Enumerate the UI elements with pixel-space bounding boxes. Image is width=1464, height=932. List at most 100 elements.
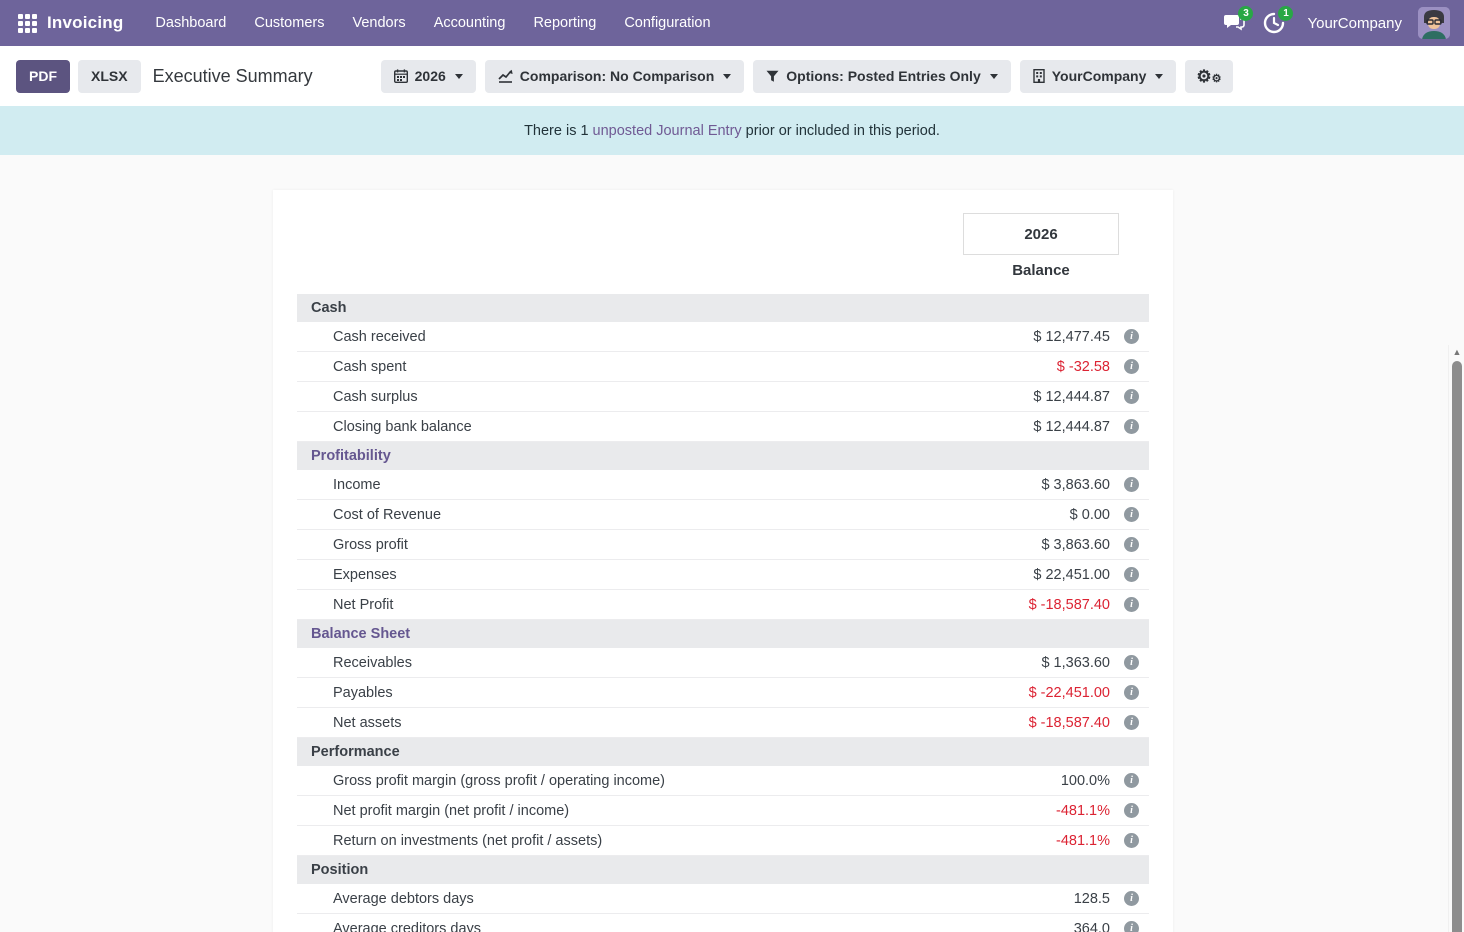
vertical-scrollbar[interactable]: ▲ ▼ — [1448, 345, 1464, 932]
row-label: Net Profit — [333, 597, 393, 613]
row-value: -481.1% — [1056, 803, 1110, 819]
chevron-down-icon — [990, 74, 998, 79]
row-value: $ 22,451.00 — [1033, 567, 1110, 583]
info-icon[interactable]: i — [1124, 567, 1139, 582]
info-icon[interactable]: i — [1124, 921, 1139, 932]
report-table: CashCash received$ 12,477.45iCash spent$… — [297, 294, 1149, 932]
row-value: $ 12,444.87 — [1033, 389, 1110, 405]
info-icon[interactable]: i — [1124, 773, 1139, 788]
control-panel: PDF XLSX Executive Summary 2026 Comparis… — [0, 46, 1464, 106]
options-filter-button[interactable]: Options: Posted Entries Only — [753, 60, 1010, 93]
chevron-down-icon — [1155, 74, 1163, 79]
row-label: Cost of Revenue — [333, 507, 441, 523]
row-value: 364.0 — [1074, 921, 1110, 932]
nav-item-customers[interactable]: Customers — [240, 0, 338, 46]
comparison-filter-button[interactable]: Comparison: No Comparison — [485, 60, 744, 93]
nav-item-dashboard[interactable]: Dashboard — [141, 0, 240, 46]
report-row: Cost of Revenue $ 0.00 i — [297, 500, 1149, 530]
info-icon[interactable]: i — [1124, 597, 1139, 612]
row-label: Receivables — [333, 655, 412, 671]
info-icon[interactable]: i — [1124, 685, 1139, 700]
nav-item-reporting[interactable]: Reporting — [519, 0, 610, 46]
row-label: Cash spent — [333, 359, 406, 375]
report-row: Gross profit margin (gross profit / oper… — [297, 766, 1149, 796]
row-value: $ 1,363.60 — [1041, 655, 1110, 671]
row-value: $ -22,451.00 — [1029, 685, 1110, 701]
row-label: Return on investments (net profit / asse… — [333, 833, 602, 849]
company-filter-label: YourCompany — [1052, 68, 1147, 84]
nav-item-vendors[interactable]: Vendors — [338, 0, 419, 46]
section-header[interactable]: Balance Sheet — [297, 620, 1149, 648]
row-label: Gross profit margin (gross profit / oper… — [333, 773, 665, 789]
info-icon[interactable]: i — [1124, 891, 1139, 906]
row-label: Average debtors days — [333, 891, 474, 907]
report-content: 2026 Balance CashCash received$ 12,477.4… — [0, 155, 1464, 932]
info-icon[interactable]: i — [1124, 329, 1139, 344]
report-row: Expenses $ 22,451.00 i — [297, 560, 1149, 590]
info-icon[interactable]: i — [1124, 477, 1139, 492]
row-label: Cash surplus — [333, 389, 418, 405]
row-value: -481.1% — [1056, 833, 1110, 849]
row-label: Average creditors days — [333, 921, 481, 932]
scrollbar-thumb[interactable] — [1452, 361, 1462, 932]
info-icon[interactable]: i — [1124, 715, 1139, 730]
info-icon[interactable]: i — [1124, 655, 1139, 670]
row-value: $ 0.00 — [1070, 507, 1110, 523]
row-label: Net assets — [333, 715, 402, 731]
banner-text-prefix: There is 1 — [524, 123, 588, 139]
section-header: Cash — [297, 294, 1149, 322]
report-row: Closing bank balance$ 12,444.87i — [297, 412, 1149, 442]
user-avatar[interactable] — [1418, 7, 1450, 39]
report-row: Net Profit $ -18,587.40 i — [297, 590, 1149, 620]
section-header: Position — [297, 856, 1149, 884]
nav-item-accounting[interactable]: Accounting — [420, 0, 520, 46]
options-filter-label: Options: Posted Entries Only — [786, 68, 980, 84]
messages-icon[interactable]: 3 — [1219, 8, 1249, 38]
section-header[interactable]: Profitability — [297, 442, 1149, 470]
date-filter-label: 2026 — [415, 68, 446, 84]
nav-item-configuration[interactable]: Configuration — [610, 0, 724, 46]
settings-button[interactable]: ⚙⚙ — [1185, 60, 1232, 93]
chart-line-icon — [498, 69, 513, 83]
info-icon[interactable]: i — [1124, 389, 1139, 404]
row-value: $ -18,587.40 — [1029, 597, 1110, 613]
company-switcher[interactable]: YourCompany — [1307, 15, 1402, 32]
info-icon[interactable]: i — [1124, 419, 1139, 434]
report-row: Payables $ -22,451.00 i — [297, 678, 1149, 708]
top-navbar: Invoicing Dashboard Customers Vendors Ac… — [0, 0, 1464, 46]
row-label: Gross profit — [333, 537, 408, 553]
info-icon[interactable]: i — [1124, 359, 1139, 374]
page-title: Executive Summary — [153, 66, 313, 87]
report-card: 2026 Balance CashCash received$ 12,477.4… — [273, 190, 1173, 932]
activities-clock-icon[interactable]: 1 — [1259, 8, 1289, 38]
apps-grid-icon[interactable] — [18, 14, 37, 33]
row-value: 100.0% — [1061, 773, 1110, 789]
report-row: Average creditors days 364.0 i — [297, 914, 1149, 932]
row-label: Payables — [333, 685, 393, 701]
report-row: Cash spent$ -32.58i — [297, 352, 1149, 382]
info-icon[interactable]: i — [1124, 803, 1139, 818]
company-filter-button[interactable]: YourCompany — [1020, 60, 1177, 93]
messages-badge: 3 — [1238, 6, 1253, 21]
info-icon[interactable]: i — [1124, 537, 1139, 552]
app-name[interactable]: Invoicing — [47, 13, 123, 33]
date-filter-button[interactable]: 2026 — [381, 60, 476, 93]
report-row: Return on investments (net profit / asse… — [297, 826, 1149, 856]
info-icon[interactable]: i — [1124, 507, 1139, 522]
row-label: Expenses — [333, 567, 397, 583]
info-icon[interactable]: i — [1124, 833, 1139, 848]
row-value: $ -18,587.40 — [1029, 715, 1110, 731]
report-row: Average debtors days128.5i — [297, 884, 1149, 914]
calendar-icon — [394, 69, 408, 83]
balance-column-header: Balance — [963, 262, 1119, 280]
report-row: Income$ 3,863.60i — [297, 470, 1149, 500]
row-value: $ 12,477.45 — [1033, 329, 1110, 345]
pdf-button[interactable]: PDF — [16, 60, 70, 93]
xlsx-button[interactable]: XLSX — [78, 60, 141, 93]
report-row: Cash received$ 12,477.45i — [297, 322, 1149, 352]
unposted-journal-entry-link[interactable]: unposted Journal Entry — [593, 123, 742, 139]
scroll-up-icon[interactable]: ▲ — [1449, 347, 1464, 357]
building-icon — [1033, 69, 1045, 83]
filter-icon — [766, 70, 779, 83]
report-row: Net profit margin (net profit / income)-… — [297, 796, 1149, 826]
